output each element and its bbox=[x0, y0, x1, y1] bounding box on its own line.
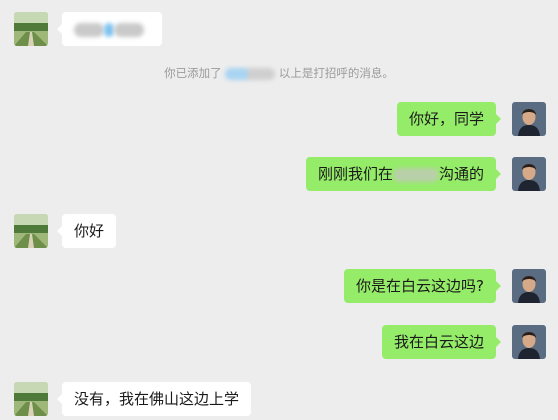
system-message-suffix: 以上是打招呼的消息。 bbox=[278, 66, 394, 80]
landscape-icon bbox=[14, 382, 48, 416]
message-text: 你好，同学 bbox=[408, 110, 484, 128]
message-bubble-sent[interactable]: 你好，同学 bbox=[396, 102, 502, 136]
my-avatar[interactable] bbox=[512, 102, 546, 136]
redacted-content bbox=[74, 22, 104, 37]
system-message-prefix: 你已添加了 bbox=[164, 66, 222, 80]
redacted-content bbox=[104, 22, 114, 37]
man-portrait-icon bbox=[512, 269, 546, 303]
message-bubble-received[interactable]: 你好 bbox=[56, 214, 117, 248]
contact-avatar[interactable] bbox=[14, 12, 48, 46]
message-bubble-sent[interactable]: 刚刚我们在 沟通的 bbox=[305, 157, 502, 191]
message-text: 我在白云这边 bbox=[393, 333, 484, 351]
chat-window: 你已添加了 以上是打招呼的消息。 你好，同学 刚刚我们在 沟通的 你好 你是在白… bbox=[0, 0, 558, 420]
landscape-icon bbox=[14, 214, 48, 248]
message-text: 你好 bbox=[74, 222, 105, 240]
man-portrait-icon bbox=[512, 325, 546, 359]
message-text: 没有，我在佛山这边上学 bbox=[74, 390, 240, 408]
redacted-name bbox=[225, 67, 276, 80]
message-bubble-sent[interactable]: 我在白云这边 bbox=[381, 325, 502, 359]
redacted-content bbox=[114, 22, 144, 37]
message-text: 你是在白云这边吗? bbox=[356, 277, 484, 295]
contact-avatar[interactable] bbox=[14, 214, 48, 248]
my-avatar[interactable] bbox=[512, 157, 546, 191]
message-bubble-redacted[interactable] bbox=[57, 12, 162, 46]
message-text-part: 沟通的 bbox=[438, 165, 484, 183]
landscape-icon bbox=[14, 12, 48, 46]
redacted-content bbox=[392, 167, 439, 182]
contact-avatar[interactable] bbox=[14, 382, 48, 416]
my-avatar[interactable] bbox=[512, 269, 546, 303]
system-message: 你已添加了 以上是打招呼的消息。 bbox=[0, 64, 558, 82]
man-portrait-icon bbox=[512, 157, 546, 191]
man-portrait-icon bbox=[512, 102, 546, 136]
my-avatar[interactable] bbox=[512, 325, 546, 359]
message-bubble-sent[interactable]: 你是在白云这边吗? bbox=[344, 269, 501, 303]
message-bubble-received[interactable]: 没有，我在佛山这边上学 bbox=[56, 382, 252, 416]
message-text-part: 刚刚我们在 bbox=[317, 165, 393, 183]
